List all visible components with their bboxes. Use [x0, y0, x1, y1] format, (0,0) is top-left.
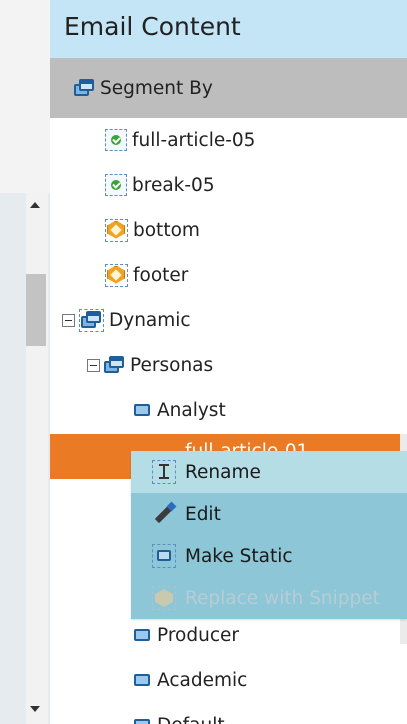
scrollbar-thumb[interactable] — [26, 274, 46, 346]
make-static-icon — [152, 544, 176, 568]
menu-item-label: Rename — [185, 461, 261, 483]
menu-item-edit[interactable]: Edit — [131, 493, 407, 535]
dynamic-module-icon — [79, 308, 104, 332]
segment-icon — [134, 629, 150, 641]
segment-icon — [134, 719, 150, 724]
tree-item-label: Default — [157, 715, 225, 724]
panel-header: Email Content — [50, 0, 407, 58]
tree-item-academic[interactable]: Academic — [134, 660, 247, 700]
tree-item-label: full-article-05 — [132, 129, 256, 151]
tree-item-default[interactable]: Default — [134, 705, 225, 724]
segment-by-item[interactable]: Segment By — [74, 68, 213, 108]
scroll-down-arrow-icon[interactable] — [30, 706, 40, 712]
tree-item-label: bottom — [133, 219, 200, 241]
snippet-icon — [105, 263, 128, 287]
editable-section-icon — [105, 129, 127, 151]
tree-item-label: Dynamic — [109, 309, 191, 331]
context-menu: Rename Edit Make Static Replace with Sni… — [131, 451, 407, 619]
tree-item-footer[interactable]: footer — [105, 255, 188, 295]
menu-item-rename[interactable]: Rename — [131, 451, 407, 493]
menu-item-label: Make Static — [185, 545, 293, 567]
tree-item-label: Producer — [157, 624, 239, 646]
menu-item-make-static[interactable]: Make Static — [131, 535, 407, 577]
snippet-icon — [105, 218, 128, 242]
menu-item-replace-with-snippet: Replace with Snippet — [131, 577, 407, 619]
left-gutter-top — [0, 0, 50, 193]
rename-cursor-icon — [152, 460, 176, 484]
tree-item-bottom[interactable]: bottom — [105, 210, 200, 250]
pencil-icon — [152, 501, 177, 526]
panel-title: Email Content — [64, 12, 241, 41]
vertical-scrollbar[interactable] — [26, 193, 48, 724]
segment-icon — [134, 404, 150, 416]
tree-item-label: Personas — [130, 354, 214, 376]
tree-item-break-05[interactable]: break-05 — [105, 165, 215, 205]
tree-item-label: break-05 — [132, 174, 215, 196]
tree-item-label: Academic — [157, 669, 248, 691]
tree-item-full-article-05[interactable]: full-article-05 — [105, 120, 255, 160]
tree-item-analyst[interactable]: Analyst — [134, 390, 226, 430]
segment-by-row[interactable]: Segment By — [50, 58, 407, 118]
tree-item-dynamic[interactable]: Dynamic — [62, 300, 191, 340]
tree-item-producer[interactable]: Producer — [134, 615, 239, 655]
menu-item-label: Edit — [185, 503, 221, 525]
segment-icon — [74, 78, 95, 98]
editable-section-icon — [105, 174, 127, 196]
segment-by-label: Segment By — [100, 77, 213, 99]
menu-item-label: Replace with Snippet — [185, 587, 380, 609]
editor-stage: Email Content Segment By full-article-05… — [0, 0, 407, 724]
tree-item-personas[interactable]: Personas — [87, 345, 213, 385]
segment-icon — [134, 674, 150, 686]
module-icon — [104, 355, 125, 375]
snippet-icon — [152, 586, 176, 610]
tree-item-label: Analyst — [157, 399, 226, 421]
collapse-toggle-icon[interactable] — [87, 358, 100, 372]
tree-item-label: footer — [133, 264, 189, 286]
scroll-up-arrow-icon[interactable] — [30, 202, 40, 208]
collapse-toggle-icon[interactable] — [62, 313, 75, 327]
